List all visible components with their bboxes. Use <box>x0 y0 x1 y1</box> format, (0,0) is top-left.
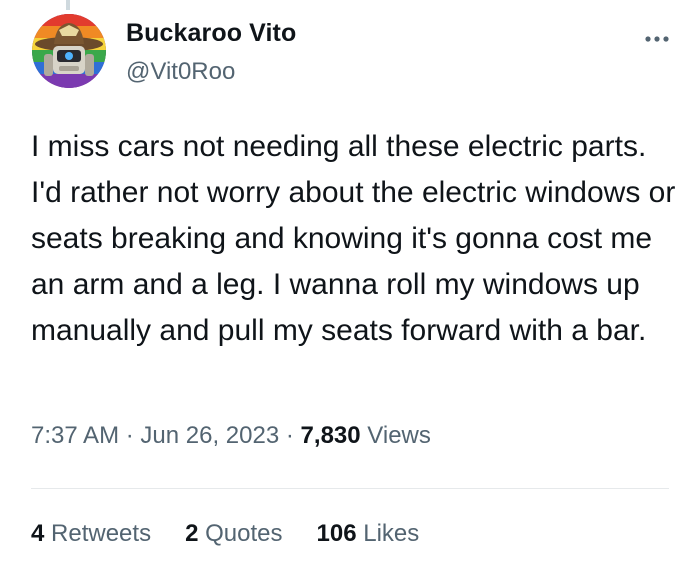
retweets-label: Retweets <box>51 520 152 547</box>
cowboy-robot-avatar-icon <box>32 14 106 88</box>
views-count: 7,830 <box>300 422 361 449</box>
likes-count: 106 <box>316 520 357 547</box>
thread-connector-line <box>66 0 70 10</box>
quotes-count: 2 <box>185 520 199 547</box>
tweet-metadata: 7:37 AM · Jun 26, 2023 · 7,830 Views <box>31 422 431 450</box>
tweet-date[interactable]: Jun 26, 2023 <box>140 422 279 449</box>
retweets-stat[interactable]: 4 Retweets <box>31 520 151 548</box>
views-label: Views <box>367 422 431 449</box>
author-display-name[interactable]: Buckaroo Vito <box>126 19 296 48</box>
tweet-time[interactable]: 7:37 AM <box>31 422 119 449</box>
more-options-icon[interactable] <box>644 22 670 50</box>
quotes-label: Quotes <box>205 520 283 547</box>
meta-separator: · <box>285 422 294 449</box>
retweets-count: 4 <box>31 520 45 547</box>
likes-stat[interactable]: 106 Likes <box>317 520 420 548</box>
likes-label: Likes <box>363 520 420 547</box>
tweet-text: I miss cars not needing all these electr… <box>31 130 676 347</box>
ellipsis-icon <box>645 36 669 42</box>
quotes-stat[interactable]: 2 Quotes <box>185 520 282 548</box>
engagement-stats: 4 Retweets 2 Quotes 106 Likes <box>31 520 419 548</box>
avatar[interactable] <box>32 14 106 88</box>
divider <box>31 488 669 489</box>
meta-separator: · <box>125 422 134 449</box>
author-handle[interactable]: @Vit0Roo <box>126 58 235 86</box>
